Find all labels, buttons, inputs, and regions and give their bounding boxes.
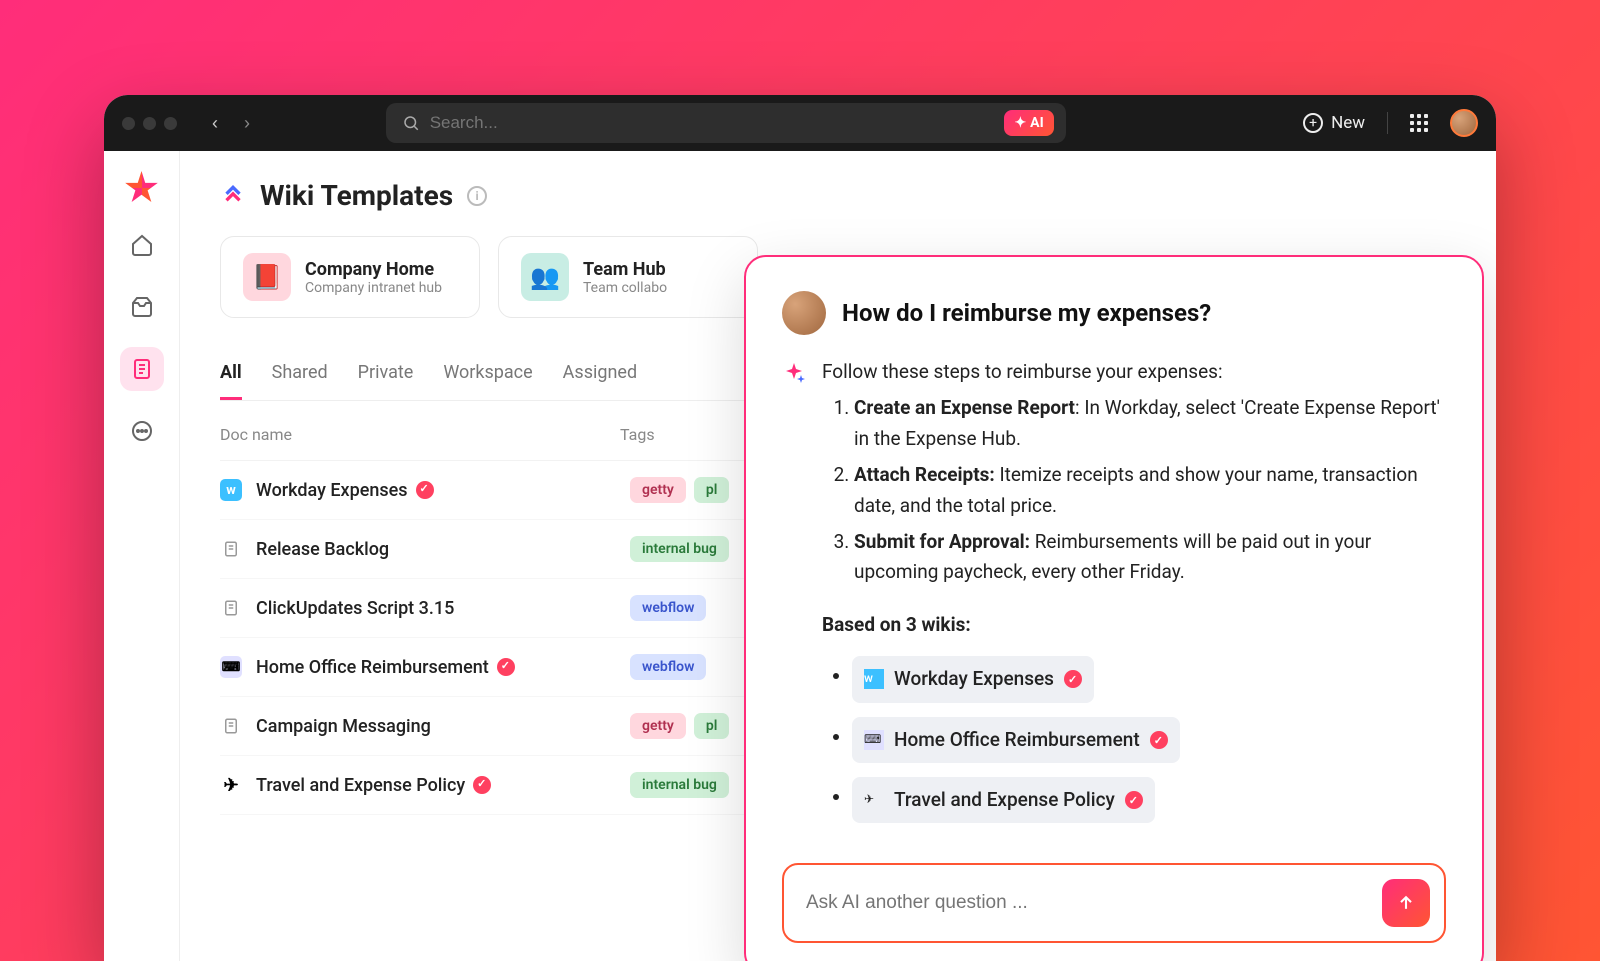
ai-answer: Follow these steps to reimburse your exp…: [822, 357, 1446, 837]
plus-icon: +: [1303, 113, 1323, 133]
col-tags: Tags: [620, 425, 655, 444]
ai-panel: How do I reimburse my expenses? Follow t…: [744, 255, 1484, 961]
doc-tags: internal bug: [630, 536, 729, 562]
document-icon: [220, 597, 242, 619]
nav-forward-button[interactable]: ›: [233, 113, 261, 134]
search-input[interactable]: [430, 113, 995, 133]
nav-home[interactable]: [120, 223, 164, 267]
template-title: Company Home: [305, 259, 442, 280]
tag[interactable]: getty: [630, 477, 686, 503]
ai-step: Create an Expense Report: In Workday, se…: [854, 393, 1446, 454]
apps-icon[interactable]: [1410, 114, 1428, 132]
ai-badge[interactable]: ✦ AI: [1004, 110, 1053, 136]
doc-tags: webflow: [630, 654, 706, 680]
ai-step: Attach Receipts: Itemize receipts and sh…: [854, 460, 1446, 521]
template-icon: 👥: [521, 253, 569, 301]
ai-input-bar[interactable]: [782, 863, 1446, 943]
ai-send-button[interactable]: [1382, 879, 1430, 927]
doc-name: Campaign Messaging: [256, 716, 616, 737]
tag[interactable]: internal bug: [630, 536, 729, 562]
user-avatar[interactable]: [1450, 109, 1478, 137]
nav-docs[interactable]: [120, 347, 164, 391]
doc-name: Travel and Expense Policy: [256, 775, 616, 796]
tab-shared[interactable]: Shared: [272, 354, 328, 400]
template-title: Team Hub: [583, 259, 667, 280]
verified-icon: [1125, 791, 1143, 809]
ai-question: How do I reimburse my expenses?: [842, 299, 1211, 327]
nav-arrows: ‹ ›: [201, 113, 261, 134]
plane-icon: ✈: [864, 790, 884, 810]
template-icon: 📕: [243, 253, 291, 301]
doc-tags: webflow: [630, 595, 706, 621]
titlebar: ‹ › ✦ AI + New: [104, 95, 1496, 151]
app-window: ‹ › ✦ AI + New W: [104, 95, 1496, 961]
page-header: Wiki Templates i: [220, 179, 1456, 212]
nav-inbox[interactable]: [120, 285, 164, 329]
document-icon: [220, 538, 242, 560]
document-icon: [220, 715, 242, 737]
tag[interactable]: internal bug: [630, 772, 729, 798]
tab-assigned[interactable]: Assigned: [563, 354, 637, 400]
keyboard-icon: ⌨: [220, 656, 242, 678]
divider: [1387, 112, 1388, 134]
wiki-chip[interactable]: ⌨ Home Office Reimbursement: [852, 717, 1180, 763]
doc-tags: internal bug: [630, 772, 729, 798]
new-button[interactable]: + New: [1303, 113, 1365, 133]
window-controls[interactable]: [122, 117, 177, 130]
tag[interactable]: pl: [694, 713, 730, 739]
col-doc-name: Doc name: [220, 425, 620, 444]
verified-icon: [473, 776, 491, 794]
tab-all[interactable]: All: [220, 354, 242, 400]
app-logo[interactable]: [125, 171, 159, 205]
search-bar[interactable]: ✦ AI: [386, 103, 1066, 143]
verified-icon: [1064, 670, 1082, 688]
ai-step: Submit for Approval: Reimbursements will…: [854, 527, 1446, 588]
doc-icon: w: [864, 669, 884, 689]
clickup-icon: [220, 183, 246, 209]
template-card[interactable]: 👥 Team HubTeam collabo: [498, 236, 758, 318]
info-icon[interactable]: i: [467, 186, 487, 206]
nav-back-button[interactable]: ‹: [201, 113, 229, 134]
verified-icon: [1150, 731, 1168, 749]
tag[interactable]: getty: [630, 713, 686, 739]
template-subtitle: Company intranet hub: [305, 280, 442, 296]
doc-name: Release Backlog: [256, 539, 616, 560]
doc-name: Home Office Reimbursement: [256, 657, 616, 678]
template-card[interactable]: 📕 Company HomeCompany intranet hub: [220, 236, 480, 318]
wiki-source: ✈ Travel and Expense Policy: [852, 777, 1446, 823]
search-icon: [402, 114, 420, 132]
tab-private[interactable]: Private: [358, 354, 414, 400]
template-subtitle: Team collabo: [583, 280, 667, 296]
ai-based-label: Based on 3 wikis:: [822, 610, 1446, 640]
wiki-chip[interactable]: w Workday Expenses: [852, 656, 1094, 702]
doc-name: ClickUpdates Script 3.15: [256, 598, 616, 619]
plane-icon: ✈: [220, 774, 242, 796]
ai-steps: Create an Expense Report: In Workday, se…: [822, 393, 1446, 587]
sparkle-icon: [782, 357, 806, 837]
verified-icon: [497, 658, 515, 676]
nav-rail: [104, 151, 180, 961]
tag[interactable]: webflow: [630, 595, 706, 621]
tab-workspace[interactable]: Workspace: [443, 354, 532, 400]
wiki-chip[interactable]: ✈ Travel and Expense Policy: [852, 777, 1155, 823]
user-avatar-small: [782, 291, 826, 335]
wiki-source: w Workday Expenses: [852, 656, 1446, 702]
ai-question-row: How do I reimburse my expenses?: [782, 291, 1446, 335]
tag[interactable]: webflow: [630, 654, 706, 680]
wiki-source: ⌨ Home Office Reimbursement: [852, 717, 1446, 763]
doc-tags: gettypl: [630, 477, 729, 503]
doc-tags: gettypl: [630, 713, 729, 739]
doc-name: Workday Expenses: [256, 480, 616, 501]
verified-icon: [416, 481, 434, 499]
nav-more[interactable]: [120, 409, 164, 453]
keyboard-icon: ⌨: [864, 730, 884, 750]
tag[interactable]: pl: [694, 477, 730, 503]
ai-wiki-sources: w Workday Expenses ⌨ Home Office Reimbur…: [822, 656, 1446, 823]
ai-input[interactable]: [806, 892, 1370, 914]
page-title: Wiki Templates: [260, 179, 453, 212]
doc-icon: w: [220, 479, 242, 501]
ai-intro: Follow these steps to reimburse your exp…: [822, 357, 1446, 387]
